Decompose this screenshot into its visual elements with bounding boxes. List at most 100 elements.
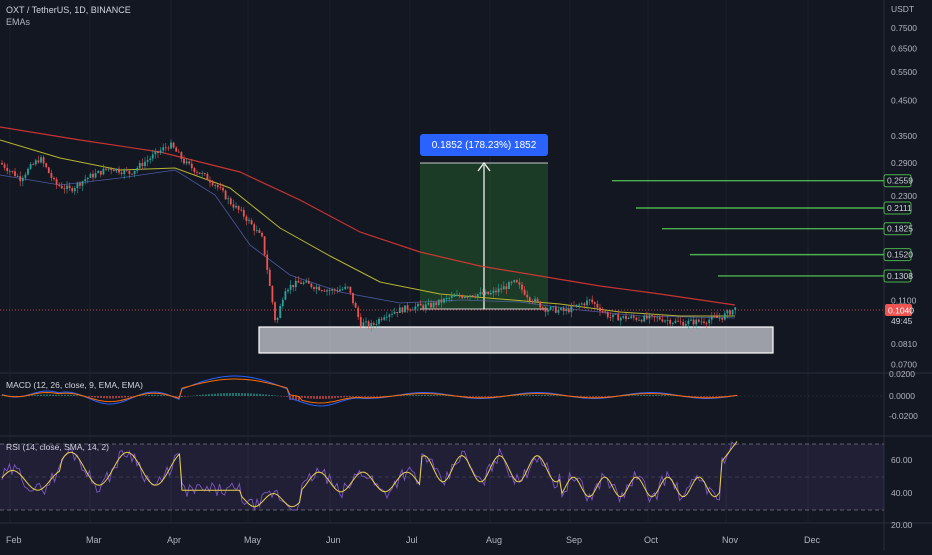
rsi-axis: 60.0040.0020.00 [891, 455, 913, 530]
macd-bar [700, 396, 702, 397]
macd-bar [283, 396, 285, 397]
candle-body [339, 290, 341, 292]
candle-body [110, 169, 112, 170]
time-axis-label: Aug [486, 535, 502, 545]
candle-body [376, 324, 378, 325]
macd-bar [445, 396, 447, 397]
macd-bar [592, 396, 594, 397]
candle-body [558, 310, 560, 313]
candle-body [212, 183, 214, 186]
candle-body [641, 320, 643, 322]
candle-body [646, 316, 648, 319]
macd-bar [490, 396, 492, 397]
candle-body [667, 320, 669, 321]
candle-body [545, 308, 547, 312]
candle-body [230, 198, 232, 204]
macd-bar [325, 396, 327, 399]
candle-body [253, 224, 255, 230]
macd-bar [73, 395, 75, 396]
candle-body [43, 157, 45, 163]
macd-bar [517, 395, 519, 396]
candle-body [139, 163, 141, 168]
candle-body [9, 171, 11, 172]
time-axis[interactable]: FebMarAprMayJunJulAugSepOctNovDec [6, 535, 821, 545]
candle-body [64, 188, 66, 189]
macd-bar [301, 396, 303, 398]
macd-bar [274, 396, 276, 397]
macd-bar [340, 396, 342, 398]
macd-bar [163, 395, 165, 396]
candle-body [485, 292, 487, 295]
candle-body [355, 303, 357, 308]
macd-bar [538, 395, 540, 396]
symbol-title[interactable]: OXT / TetherUS, 1D, BINANCE [6, 5, 131, 15]
macd-bar [664, 395, 666, 396]
candle-body [370, 323, 372, 327]
candle-body [298, 281, 300, 283]
candle-body [240, 210, 242, 211]
candle-body [331, 289, 333, 291]
candle-body [17, 176, 19, 177]
candle-body [500, 289, 502, 290]
macd-bar [646, 395, 648, 396]
time-axis-label: Nov [722, 535, 739, 545]
candle-body [399, 308, 401, 313]
macd-bar [349, 396, 351, 397]
candle-body [711, 316, 713, 319]
macd-bar [196, 395, 198, 396]
macd-bar [322, 396, 324, 399]
candle-body [448, 298, 450, 299]
macd-bar [199, 395, 201, 396]
price-chart[interactable]: 0.25590.21110.18250.15200.1308 USDT 0.75… [0, 0, 932, 550]
candle-body [578, 305, 580, 306]
candle-body [233, 204, 235, 207]
macd-bar [58, 395, 60, 396]
target-tag-text: 0.1308 [887, 271, 913, 281]
candle-body [365, 321, 367, 322]
candle-body [625, 316, 627, 319]
macd-bar [658, 395, 660, 396]
macd-bar [712, 396, 714, 397]
candle-body [105, 169, 107, 170]
candle-body [435, 303, 437, 306]
macd-bar [94, 396, 96, 398]
macd-bar [544, 395, 546, 396]
macd-bar [241, 393, 243, 396]
candle-body [209, 180, 211, 183]
candle-body [542, 308, 544, 309]
candle-body [389, 315, 391, 317]
macd-bar [337, 396, 339, 398]
macd-bar [127, 396, 129, 397]
candle-body [326, 290, 328, 291]
ema-indicator-label[interactable]: EMAs [6, 17, 30, 27]
macd-bar [697, 396, 699, 397]
candle-body [386, 317, 388, 318]
macd-bar [427, 395, 429, 396]
rsi-label[interactable]: RSI (14, close, SMA, 14, 2) [6, 442, 109, 452]
macd-bar [526, 395, 528, 396]
price-tick-label: 0.6500 [891, 43, 917, 53]
candle-body [175, 148, 177, 152]
candle-body [40, 157, 42, 162]
candle-body [677, 321, 679, 322]
macd-bar [328, 396, 330, 399]
candle-body [695, 320, 697, 325]
candle-body [181, 152, 183, 159]
candle-body [529, 297, 531, 301]
macd-bar [580, 396, 582, 397]
candle-body [251, 220, 253, 224]
candle-body [477, 294, 479, 297]
candle-body [269, 270, 271, 286]
rsi-tick-label: 40.00 [891, 488, 913, 498]
candle-body [532, 301, 534, 302]
macd-bar [259, 394, 261, 396]
price-tick-label: 0.5500 [891, 67, 917, 77]
macd-bar [46, 395, 48, 397]
candle-body [82, 181, 84, 186]
candle-body [238, 206, 240, 210]
macd-bar [97, 396, 99, 398]
candle-body [92, 174, 94, 178]
macd-label[interactable]: MACD (12, 26, close, 9, EMA, EMA) [6, 380, 143, 390]
candle-body [66, 186, 68, 189]
candle-body [256, 230, 258, 231]
